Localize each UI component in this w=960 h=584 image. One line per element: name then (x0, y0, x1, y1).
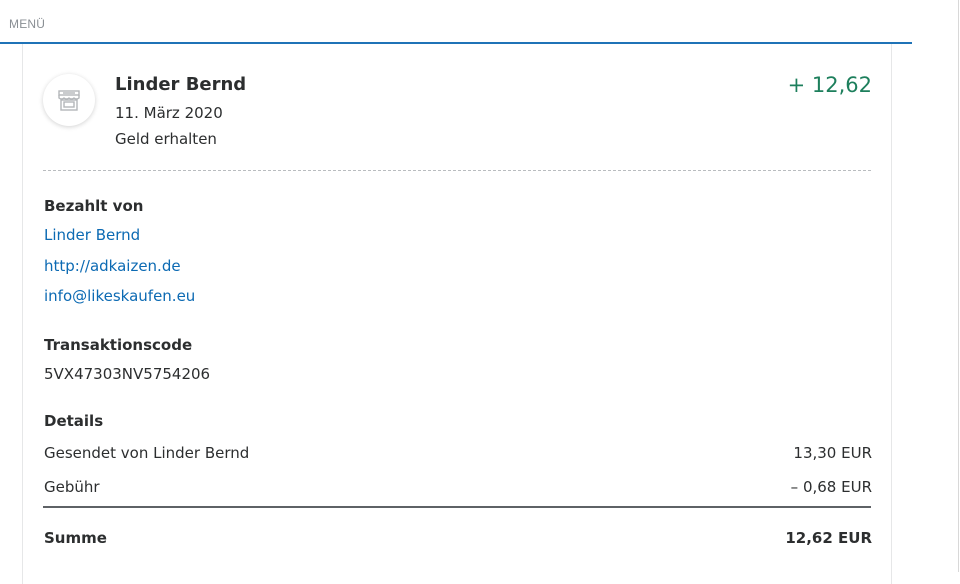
menu-button[interactable]: MENÜ (9, 17, 45, 31)
detail-row-label: Gebühr (44, 478, 100, 496)
total-divider (43, 506, 871, 508)
header-divider (43, 170, 871, 171)
transaction-date: 11. März 2020 (115, 104, 223, 122)
transaction-code-value: 5VX47303NV5754206 (44, 365, 211, 383)
storefront-icon (43, 74, 95, 126)
total-label: Summe (44, 529, 107, 547)
transaction-amount: + 12,62 (787, 73, 872, 97)
transaction-status: Geld erhalten (115, 130, 217, 148)
detail-row-value: – 0,68 EUR (790, 478, 872, 496)
top-navigation-bar: MENÜ (0, 0, 912, 44)
details-heading: Details (44, 412, 104, 430)
payer-website-link[interactable]: http://adkaizen.de (44, 257, 181, 275)
payer-email-link[interactable]: info@likeskaufen.eu (44, 287, 195, 305)
counterparty-name: Linder Bernd (115, 74, 247, 95)
transaction-code-heading: Transaktionscode (44, 336, 193, 354)
total-value: 12,62 EUR (785, 529, 872, 547)
detail-row-label: Gesendet von Linder Bernd (44, 444, 250, 462)
transaction-detail-card: Linder Bernd 11. März 2020 Geld erhalten… (22, 44, 892, 584)
payer-name-link[interactable]: Linder Bernd (44, 226, 140, 244)
detail-row-value: 13,30 EUR (793, 444, 872, 462)
window-edge-divider (958, 0, 959, 572)
paid-by-heading: Bezahlt von (44, 197, 144, 215)
